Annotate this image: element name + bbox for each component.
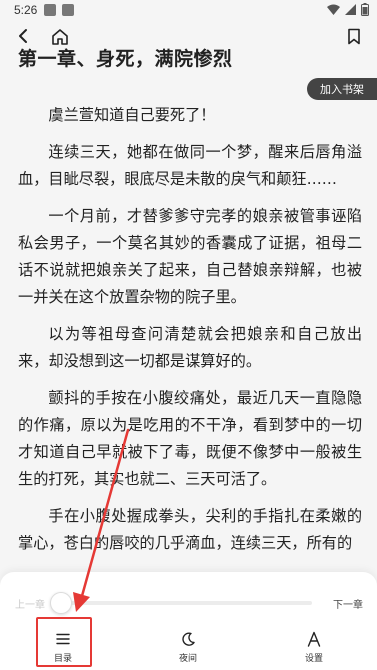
notification-icon [62, 4, 74, 16]
paragraph: 颤抖的手按在小腹绞痛处，最近几天一直隐隐的作痛，原以为是吃用的不干净，看到梦中的… [18, 389, 362, 488]
paragraph: 连续三天，她都在做同一个梦，醒来后唇角溢血，目眦尽裂，眼底尽是未散的戾气和颠狂…… [18, 143, 362, 188]
home-icon [52, 28, 68, 45]
signal-icon [345, 4, 356, 15]
status-bar: 5:26 [0, 0, 377, 22]
settings-button[interactable]: 设置 [284, 620, 344, 664]
paragraph: 手在小腹处握成拳头，尖利的手指扎在柔嫩的掌心，苍白的唇咬的几乎滴血，连续三天，所… [18, 507, 362, 552]
bookmark-button[interactable] [341, 24, 367, 48]
status-icons [327, 3, 369, 16]
notification-icon [44, 4, 56, 16]
paragraph: 一个月前，才替爹爹守完孝的娘亲被管事诬陷私会男子，一个莫名其妙的香囊成了证据，祖… [18, 207, 362, 306]
status-time: 5:26 [14, 3, 38, 17]
prev-chapter-button[interactable]: 上一章 [15, 596, 45, 611]
highlight-box [36, 617, 92, 667]
add-to-shelf-button[interactable]: 加入书架 [307, 78, 377, 100]
paragraph: 以为等祖母查问清楚就会把娘亲和自己放出来，却没想到这一切都是谋算好的。 [18, 325, 362, 370]
night-mode-label: 夜间 [178, 654, 197, 664]
chapter-progress-slider[interactable] [62, 601, 312, 605]
slider-thumb[interactable] [50, 592, 72, 614]
font-icon [307, 631, 321, 647]
moon-icon [182, 631, 195, 646]
chevron-left-icon [19, 29, 27, 43]
night-mode-button[interactable]: 夜间 [158, 620, 218, 664]
chapter-content: 虞兰萱知道自己要死了！ 连续三天，她都在做同一个梦，醒来后唇角溢血，目眦尽裂，眼… [18, 102, 362, 567]
wifi-icon [327, 4, 340, 15]
battery-icon [361, 3, 369, 16]
paragraph: 虞兰萱知道自己要死了！ [48, 106, 216, 124]
chapter-title: 第一章、身死，满院惨烈 [18, 48, 233, 70]
settings-label: 设置 [304, 654, 323, 664]
next-chapter-button[interactable]: 下一章 [333, 596, 363, 611]
bookmark-icon [348, 28, 360, 44]
